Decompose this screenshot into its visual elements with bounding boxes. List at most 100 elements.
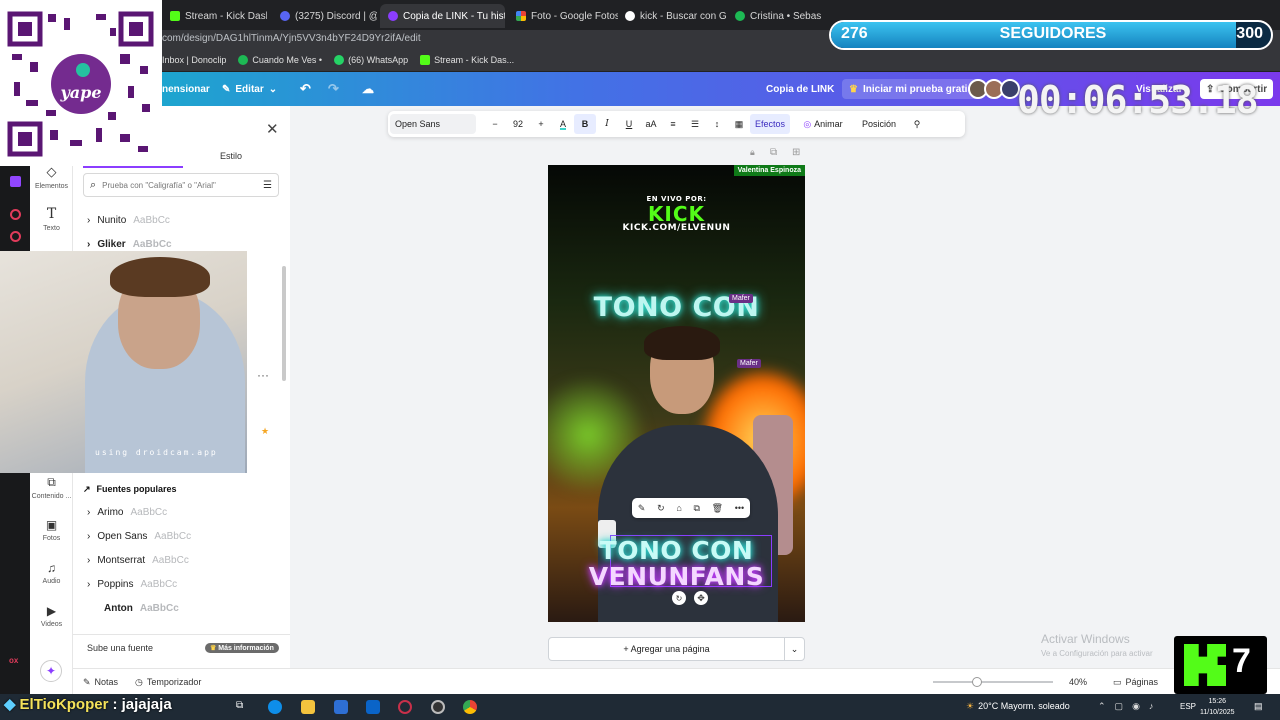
copy-icon[interactable]: ⧉ <box>693 503 699 514</box>
rail-audio[interactable]: ♫ Audio <box>30 561 73 585</box>
headline-line-1[interactable]: TONO CON <box>548 536 805 565</box>
twitch-icon[interactable] <box>10 176 21 187</box>
more-info-badge[interactable]: ♛ Más información <box>205 643 279 653</box>
underline-button[interactable]: U <box>618 111 640 137</box>
position-button[interactable]: Posición <box>852 111 906 137</box>
pages-button[interactable]: ▭ Páginas <box>1113 677 1158 688</box>
case-button[interactable]: aA <box>640 111 662 137</box>
browser-tab-active[interactable]: Copia de LINK - Tu histori <box>380 4 505 28</box>
bookmark-whatsapp[interactable]: (66) WhatsApp <box>334 54 408 65</box>
weather-widget[interactable]: ☀ 20°C Mayorm. soleado <box>966 701 1070 712</box>
magic-ai-button[interactable]: ✦ <box>40 660 62 682</box>
bold-button[interactable]: B <box>574 114 596 134</box>
font-family-select[interactable]: Open Sans <box>390 114 476 134</box>
edge-icon[interactable] <box>268 700 282 714</box>
system-clock[interactable]: 15:26 11/10/2025 <box>1200 696 1235 718</box>
redo-button[interactable]: ↷ <box>328 79 339 99</box>
font-item-gliker[interactable]: › Gliker AaBbCc <box>87 239 172 250</box>
browser-tab[interactable]: kick - Buscar con Go <box>617 4 727 28</box>
headline-line-2[interactable]: VENUNFANS <box>548 562 805 591</box>
start-trial-button[interactable]: ♛ Iniciar mi prueba gratis <box>842 79 981 99</box>
trash-icon[interactable]: 🗑︎ <box>712 503 723 514</box>
copy-style-button[interactable]: ⚲ <box>906 111 928 137</box>
cloud-save-button[interactable]: ☁ <box>362 79 374 99</box>
bookmark-kick[interactable]: Stream - Kick Das... <box>420 54 514 65</box>
store-icon[interactable] <box>334 700 348 714</box>
obs-icon[interactable] <box>398 700 412 714</box>
animate-button[interactable]: ◎ Animar <box>794 111 852 137</box>
rotate-handle[interactable]: ↻ <box>672 591 686 605</box>
font-size-input[interactable]: 92 <box>506 111 530 137</box>
font-item-arimo[interactable]: › Arimo AaBbCc <box>87 507 167 518</box>
zoom-slider[interactable] <box>933 677 1053 687</box>
rail-text[interactable]: T Texto <box>30 206 73 232</box>
lock-icon[interactable]: 🔒︎ <box>750 147 755 158</box>
rail-elements[interactable]: ◇ Elementos <box>30 164 73 190</box>
resize-button[interactable]: nensionar <box>162 79 210 99</box>
rail-photos[interactable]: ▣ Fotos <box>30 518 73 542</box>
font-item-open-sans[interactable]: › Open Sans AaBbCc <box>87 531 191 542</box>
magic-edit-icon[interactable]: ✎ <box>638 503 646 514</box>
ox-icon[interactable]: ox <box>9 656 18 665</box>
bookmark-donoclip[interactable]: Inbox | Donoclip <box>162 55 226 65</box>
align-button[interactable]: ≡ <box>662 111 684 137</box>
zoom-slider-thumb[interactable] <box>972 677 982 687</box>
undo-icon: ↶ <box>300 81 311 96</box>
upload-font-link[interactable]: Sube una fuente <box>87 643 153 653</box>
scrollbar[interactable] <box>282 266 286 381</box>
windows-taskbar: ⧉ ☀ 20°C Mayorm. soleado ⌃ ▢ ◉ ♪ ESP 15:26 1… <box>0 694 1280 720</box>
rail-content[interactable]: ⧉ Contenido ... <box>30 475 73 500</box>
font-item-anton[interactable]: Anton AaBbCc <box>104 603 179 614</box>
design-page[interactable]: Valentina Espinoza EN VIVO POR: KICK KIC… <box>548 165 805 622</box>
font-item-nunito[interactable]: › Nunito AaBbCc <box>87 215 170 226</box>
chevron-down-icon[interactable]: ⌄ <box>784 638 804 660</box>
tab-style[interactable]: Estilo <box>220 151 242 161</box>
more-icon[interactable]: ••• <box>735 503 744 513</box>
undo-button[interactable]: ↶ <box>300 79 311 99</box>
add-page-button[interactable]: + Agregar una página ⌄ <box>548 637 805 661</box>
task-view-icon[interactable]: ⧉ <box>236 700 250 714</box>
rotate-icon[interactable]: ↻ <box>657 503 665 514</box>
increase-size-button[interactable]: + <box>530 111 552 137</box>
rail-videos[interactable]: ▶ Videos <box>30 604 73 628</box>
headline-top[interactable]: TONO CON <box>548 292 805 323</box>
lock-icon[interactable]: ⌂ <box>676 503 681 513</box>
record-icon[interactable] <box>10 209 21 220</box>
spacing-button[interactable]: ↕ <box>706 111 728 137</box>
file-explorer-icon[interactable] <box>301 700 315 714</box>
tray-icons[interactable]: ⌃ ▢ ◉ ♪ <box>1098 701 1153 712</box>
close-panel-button[interactable]: ✕ <box>266 120 279 138</box>
decrease-size-button[interactable]: − <box>484 111 506 137</box>
timer-button[interactable]: ◷ Temporizador <box>135 677 201 688</box>
zoom-level[interactable]: 40% <box>1069 677 1087 687</box>
obs-studio-icon[interactable] <box>431 700 445 714</box>
text-color-button[interactable]: A <box>552 111 574 137</box>
browser-tab[interactable]: Stream - Kick Dashb <box>162 4 267 28</box>
move-handle[interactable]: ✥ <box>694 591 708 605</box>
duplicate-page-icon[interactable]: ⧉ <box>770 147 777 158</box>
browser-tab[interactable]: Foto - Google Fotos <box>508 4 618 28</box>
outlook-icon[interactable] <box>366 700 380 714</box>
transparency-button[interactable]: ▦ <box>728 111 750 137</box>
font-search-input[interactable]: ⌕ Prueba con "Caligrafía" o "Arial" ☰ <box>83 173 279 197</box>
notification-icon[interactable]: ▤ <box>1254 701 1263 712</box>
input-language[interactable]: ESP <box>1180 702 1196 711</box>
font-item-montserrat[interactable]: › Montserrat AaBbCc <box>87 555 189 566</box>
history-icon[interactable] <box>10 231 21 242</box>
chrome-icon[interactable] <box>463 700 477 714</box>
close-icon: ✕ <box>266 121 279 138</box>
add-page-icon[interactable]: ⊞ <box>792 147 800 158</box>
browser-tab[interactable]: Cristina • Sebas <box>727 4 832 28</box>
trending-icon: ↗ <box>83 484 91 494</box>
font-item-poppins[interactable]: › Poppins AaBbCc <box>87 579 177 590</box>
collaborator-avatars[interactable] <box>968 79 1020 99</box>
bookmark-spotify[interactable]: Cuando Me Ves • <box>238 54 322 65</box>
document-title[interactable]: Copia de LINK <box>766 79 834 99</box>
more-options-icon[interactable]: ··· <box>257 368 269 382</box>
notes-button[interactable]: ✎ Notas <box>83 677 118 688</box>
edit-menu-button[interactable]: ✎ Editar ⌄ <box>222 79 277 99</box>
italic-button[interactable]: I <box>596 111 618 137</box>
list-button[interactable]: ☰ <box>684 111 706 137</box>
browser-tab[interactable]: (3275) Discord | @m <box>272 4 377 28</box>
effects-button[interactable]: Efectos <box>750 114 790 134</box>
